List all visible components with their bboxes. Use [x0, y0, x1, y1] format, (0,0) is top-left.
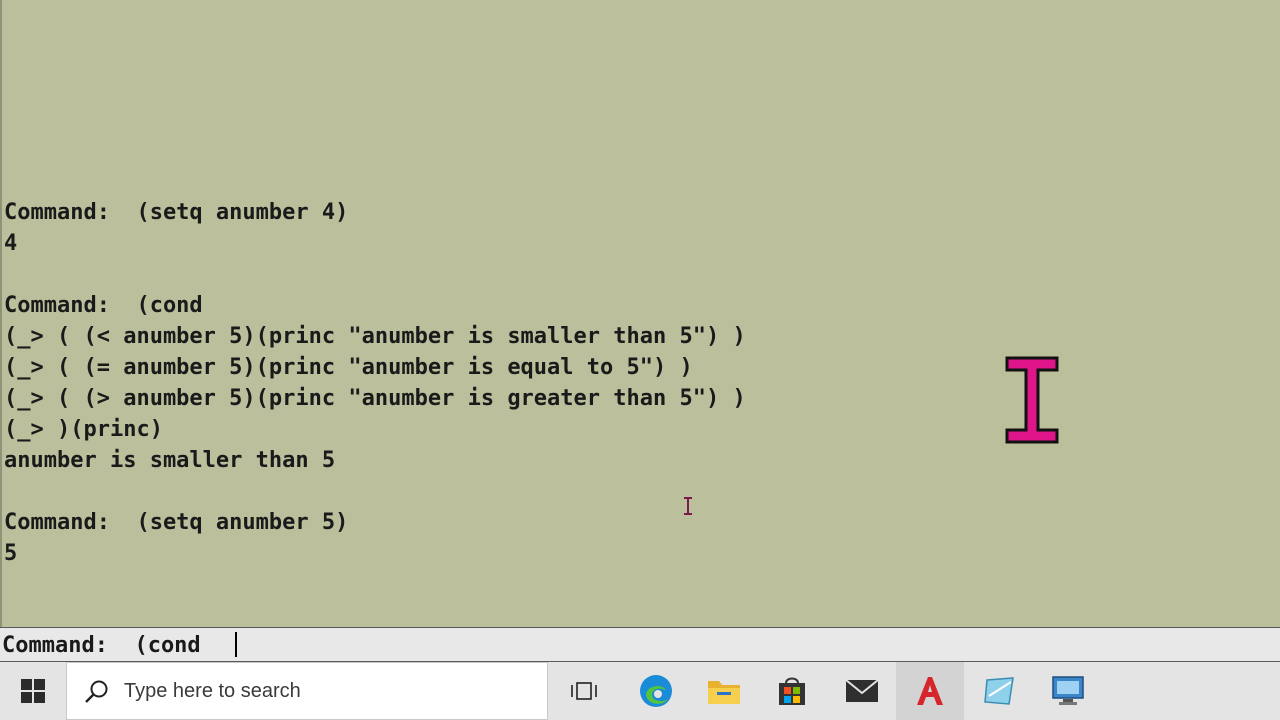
mail-icon [845, 679, 879, 702]
app-button[interactable] [966, 662, 1034, 720]
remote-desktop-button[interactable] [1034, 662, 1102, 720]
history-line: (_> ( (< anumber 5)(princ "anumber is sm… [4, 324, 746, 349]
history-line: 5 [4, 541, 18, 566]
history-line: Command: (setq anumber 5) [4, 510, 349, 535]
history-line: Command: (cond [4, 293, 203, 318]
history-line: 4 [4, 231, 18, 256]
taskbar-search[interactable]: Type here to search [66, 662, 548, 720]
taskbar: Type here to search [0, 662, 1280, 720]
mail-button[interactable] [828, 662, 896, 720]
mouse-ibeam-icon [684, 497, 692, 515]
edge-button[interactable] [622, 662, 690, 720]
edge-icon [640, 675, 672, 707]
windows-start-icon [21, 679, 45, 703]
command-history: Command: (setq anumber 4) 4 Command: (co… [0, 0, 1280, 627]
store-button[interactable] [758, 662, 826, 720]
file-explorer-icon [708, 681, 740, 704]
command-line[interactable]: Command: (cond [0, 627, 1280, 662]
history-line: (_> ( (= anumber 5)(princ "anumber is eq… [4, 355, 693, 380]
app-icon [984, 677, 1014, 705]
search-placeholder: Type here to search [124, 680, 301, 702]
file-explorer-button[interactable] [690, 662, 758, 720]
autocad-icon [917, 677, 943, 705]
text-caret [235, 632, 237, 657]
history-line: anumber is smaller than 5 [4, 448, 336, 473]
text-cursor-icon [1005, 356, 1059, 444]
task-view-icon [571, 682, 597, 700]
history-line: (_> )(princ) [4, 417, 163, 442]
remote-desktop-icon [1052, 676, 1084, 705]
task-view-button[interactable] [550, 662, 618, 720]
start-button[interactable] [0, 662, 66, 720]
search-icon [85, 680, 108, 703]
command-input[interactable]: Command: (cond [2, 630, 214, 661]
history-line: Command: (setq anumber 4) [4, 200, 349, 225]
history-line: (_> ( (> anumber 5)(princ "anumber is gr… [4, 386, 746, 411]
store-icon [779, 677, 805, 705]
autocad-button[interactable] [896, 662, 964, 720]
